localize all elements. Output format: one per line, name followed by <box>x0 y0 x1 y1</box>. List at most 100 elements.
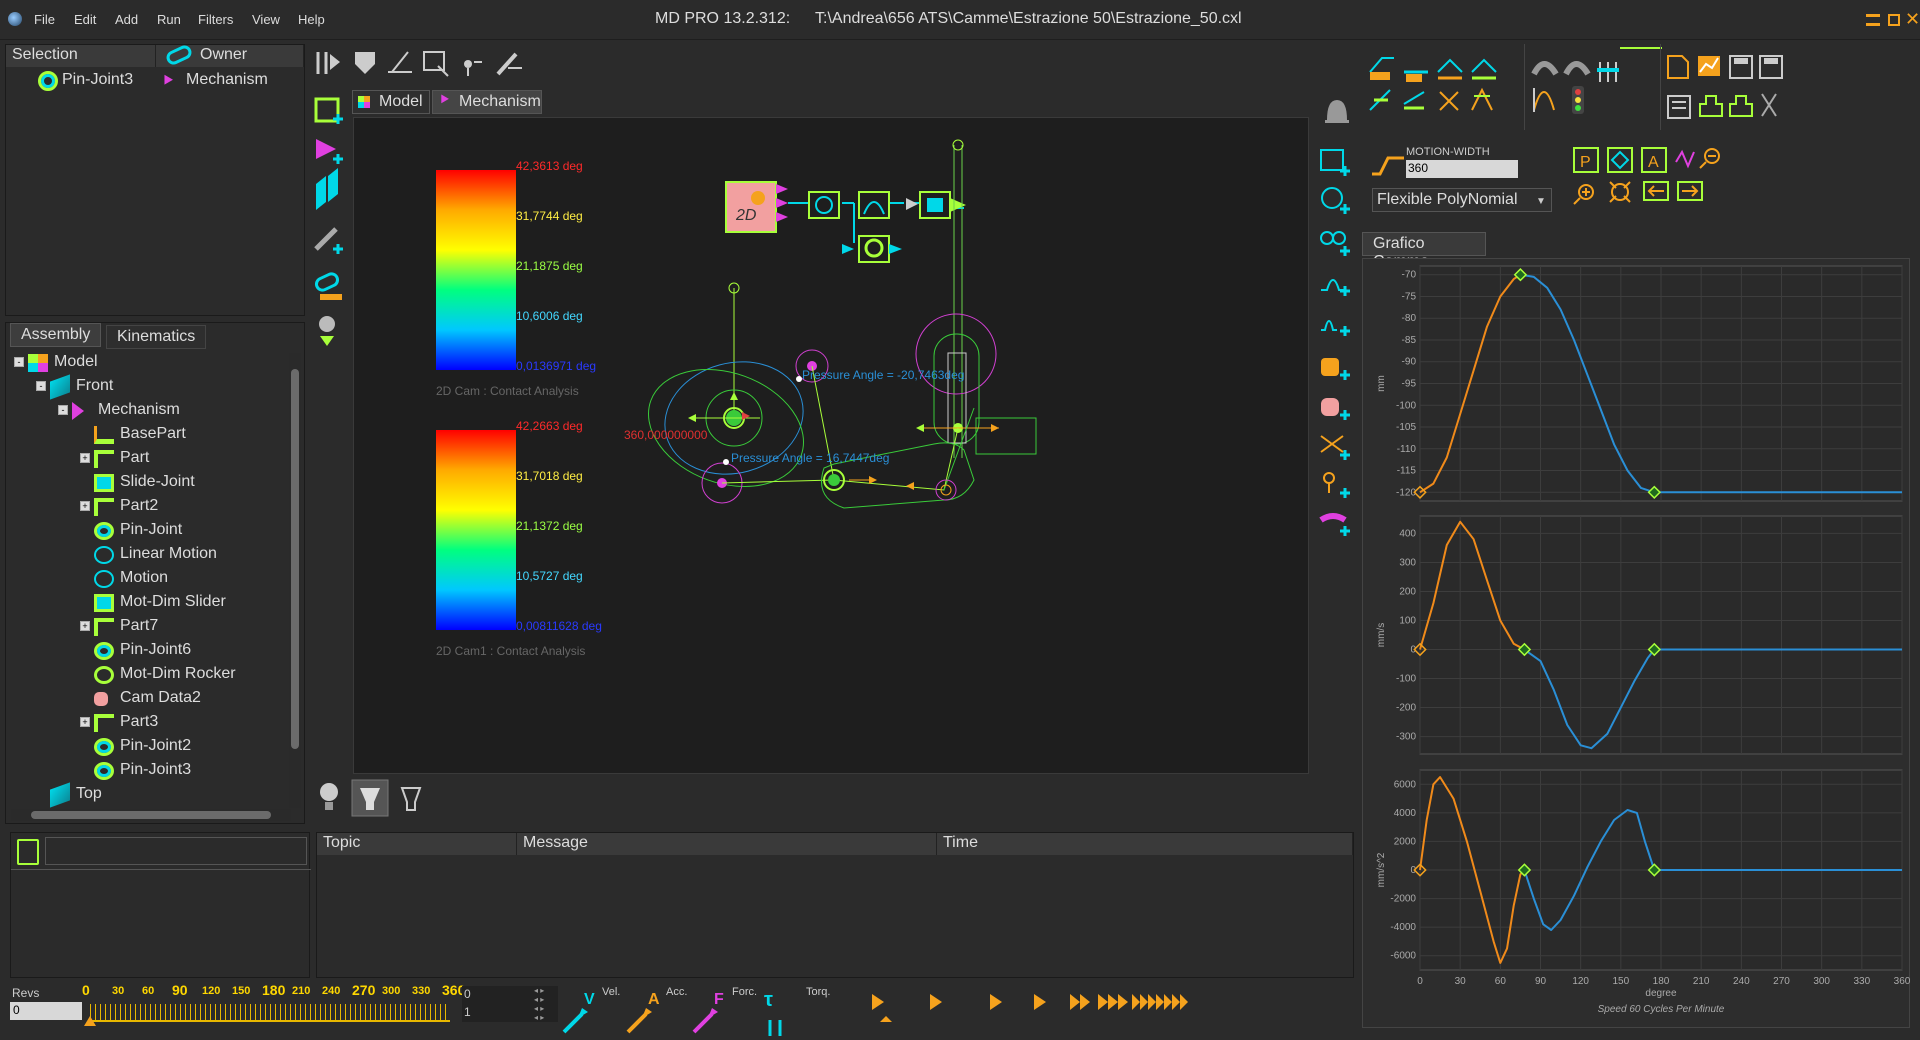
vertical-scrollbar[interactable] <box>289 353 301 808</box>
tab-kinematics[interactable]: Kinematics <box>106 325 207 349</box>
zoom-in-icon[interactable] <box>1573 184 1594 205</box>
selection-value[interactable]: Pin-Joint3 <box>62 71 133 89</box>
rev-ruler[interactable] <box>90 1004 450 1022</box>
tree-item[interactable]: + Part7 <box>6 615 291 639</box>
open-chart-icon[interactable] <box>1698 56 1720 76</box>
menu-run[interactable]: Run <box>157 12 181 27</box>
menu-help[interactable]: Help <box>298 12 325 27</box>
tab-assembly[interactable]: Assembly <box>10 323 102 347</box>
export-icon[interactable] <box>1667 95 1691 119</box>
close-button[interactable]: ✕ <box>1905 10 1920 28</box>
jerk-tool-icon[interactable] <box>1675 149 1695 169</box>
import-2-icon[interactable] <box>1729 95 1753 117</box>
owner-value[interactable]: Mechanism <box>186 71 268 89</box>
cam-charts[interactable]: -70 -75 -80 -85 -90 -95 -100 -105 -110 -115 -120 mm… <box>1362 258 1910 1028</box>
profile-block-icon[interactable] <box>858 191 890 219</box>
velocity-vector-icon[interactable]: V <box>562 991 595 1034</box>
tree-item[interactable]: Cam Data2 <box>6 687 291 711</box>
tree-item[interactable]: Linear Motion <box>6 543 291 567</box>
cam-tool-8-icon[interactable] <box>1471 87 1493 111</box>
arc-tool-icon[interactable] <box>1531 61 1559 76</box>
motion-type-select[interactable]: Flexible PolyNomial <box>1372 188 1552 212</box>
cam-tool-5-icon[interactable] <box>1369 89 1391 111</box>
acceleration-vector-icon[interactable]: A <box>626 991 660 1034</box>
save-as-icon[interactable] <box>1759 55 1783 79</box>
rev-slider-handle[interactable] <box>84 1016 96 1026</box>
add-motion-icon[interactable] <box>1321 279 1350 296</box>
tree-item[interactable]: Pin-Joint2 <box>6 735 291 759</box>
add-point-icon[interactable] <box>319 316 335 346</box>
add-part-icon[interactable] <box>314 97 343 124</box>
horizontal-scrollbar[interactable] <box>11 809 291 821</box>
add-cam-icon[interactable] <box>1321 358 1350 380</box>
save-icon[interactable] <box>1729 55 1753 79</box>
sliders-icon[interactable] <box>1597 62 1619 82</box>
point-tool-icon[interactable]: P <box>1573 147 1599 173</box>
play-5x-icon[interactable] <box>1098 994 1128 1010</box>
note-input[interactable] <box>45 837 307 865</box>
expand-icon[interactable]: + <box>80 453 90 463</box>
shield-icon[interactable] <box>355 52 375 74</box>
menu-add[interactable]: Add <box>115 12 138 27</box>
minimize-button[interactable] <box>1866 14 1880 26</box>
slider-block-icon[interactable] <box>919 191 966 219</box>
collapse-icon[interactable]: - <box>58 405 68 415</box>
cam-tool-7-icon[interactable] <box>1439 91 1459 111</box>
rocker-block-icon[interactable] <box>842 235 902 263</box>
add-cam2d-icon[interactable] <box>1321 398 1350 420</box>
cam-tool-3-icon[interactable] <box>1437 58 1463 80</box>
zoom-fit-icon[interactable] <box>1609 181 1631 203</box>
zoom-out-icon[interactable] <box>1699 148 1720 169</box>
time-header[interactable]: Time <box>937 833 1353 855</box>
tree-item[interactable]: Pin-Joint6 <box>6 639 291 663</box>
bell-icon[interactable] <box>1325 100 1349 123</box>
play-2x-icon[interactable] <box>990 994 1002 1010</box>
spin-arrows-icon[interactable]: ◂ ▸ ◂ ▸ ◂ ▸ ◂ ▸ <box>534 986 544 1022</box>
wireframe-view-icon[interactable] <box>400 787 422 811</box>
light-view-icon[interactable] <box>320 783 338 810</box>
menu-view[interactable]: View <box>252 12 280 27</box>
add-spring-icon[interactable] <box>1320 231 1350 256</box>
maximize-button[interactable] <box>1888 14 1900 26</box>
torque-vector-icon[interactable]: τ <box>764 989 782 1036</box>
pen-tool-icon[interactable] <box>496 52 522 76</box>
play-fast-icon[interactable] <box>1132 994 1188 1010</box>
add-gear-icon[interactable] <box>1319 513 1350 536</box>
new-note-icon[interactable] <box>17 839 39 865</box>
add-curve-icon[interactable] <box>1320 435 1350 460</box>
force-vector-icon[interactable]: F <box>692 991 724 1034</box>
tab-grafico-camma[interactable]: Grafico Camma <box>1362 232 1486 270</box>
tree-item[interactable]: - Model <box>6 351 291 375</box>
chevron-down-icon[interactable]: ▼ <box>1536 196 1546 207</box>
select-box-icon[interactable] <box>423 51 449 77</box>
collapse-icon[interactable]: - <box>36 381 46 391</box>
add-plane-icon[interactable] <box>316 168 338 210</box>
expand-icon[interactable]: + <box>80 717 90 727</box>
cursor-icon[interactable] <box>1761 93 1777 117</box>
tree-item[interactable]: Pin-Joint3 <box>6 759 291 783</box>
add-sketch-icon[interactable] <box>314 227 343 254</box>
tree-item[interactable]: + Part2 <box>6 495 291 519</box>
new-file-icon[interactable] <box>1667 55 1689 79</box>
tree-view[interactable]: - Model - Front - Mechanism BasePart + Part Slide… <box>6 351 291 811</box>
add-mechanism-icon[interactable] <box>316 139 343 164</box>
add-link-icon[interactable] <box>314 272 342 300</box>
step-play-icon[interactable] <box>872 994 892 1022</box>
play-3x-icon[interactable] <box>1034 994 1046 1010</box>
acceleration-tool-icon[interactable]: A <box>1641 147 1667 173</box>
add-meter-icon[interactable] <box>1321 187 1350 214</box>
main-canvas[interactable]: 42,3613 deg 31,7744 deg 21,1875 deg 10,6… <box>353 117 1309 774</box>
tree-item[interactable]: Motion <box>6 567 291 591</box>
tree-item[interactable]: + Part3 <box>6 711 291 735</box>
add-graph-icon[interactable] <box>1320 149 1350 176</box>
move-icon[interactable] <box>316 52 340 74</box>
cam-tool-2-icon[interactable] <box>1404 70 1428 82</box>
import-icon[interactable] <box>1699 95 1723 117</box>
tree-item[interactable]: - Mechanism <box>6 399 291 423</box>
tree-item[interactable]: Slide-Joint <box>6 471 291 495</box>
menu-edit[interactable]: Edit <box>74 12 96 27</box>
play-icon[interactable] <box>930 994 942 1010</box>
profile-graph-icon[interactable] <box>1533 88 1555 112</box>
topic-header[interactable]: Topic <box>317 833 517 855</box>
cam-tool-6-icon[interactable] <box>1403 91 1425 110</box>
